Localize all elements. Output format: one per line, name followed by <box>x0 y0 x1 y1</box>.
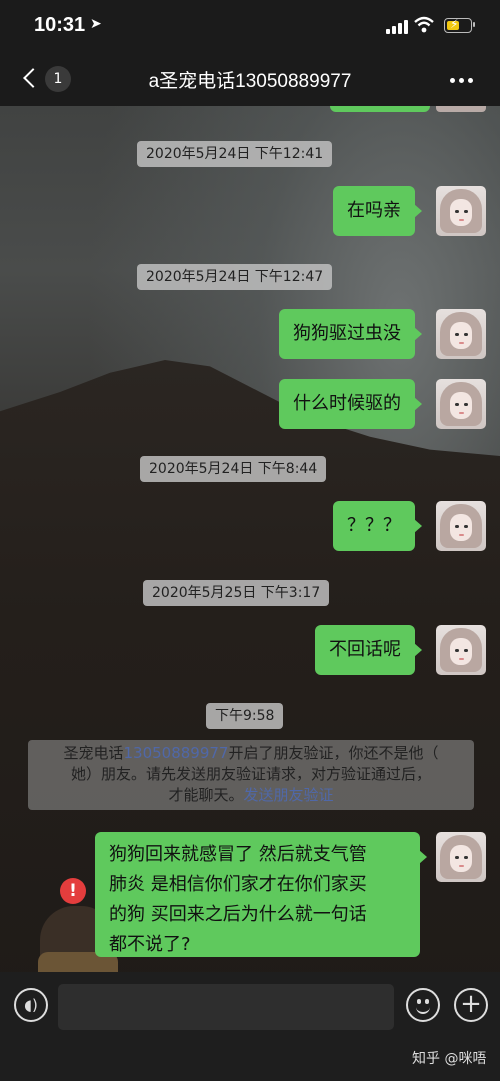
avatar[interactable] <box>436 186 486 236</box>
sent-message[interactable]: ？？？ <box>333 501 422 551</box>
avatar[interactable] <box>436 501 486 551</box>
message-line: 肺炎 是相信你们家才在你们家买 <box>109 874 367 895</box>
location-arrow-icon: ➤ <box>90 16 102 32</box>
sent-message[interactable]: 狗狗驱过虫没 <box>279 309 422 359</box>
status-time: 10:31 <box>34 14 86 36</box>
message-line: 都不说了? <box>109 934 191 955</box>
notice-contact-name: 圣宠电话 <box>63 744 124 762</box>
notice-phone-link[interactable]: 13050889977 <box>124 744 229 762</box>
failed-sent-message[interactable]: 狗狗回来就感冒了 然后就支气管 肺炎 是相信你们家才在你们家买 的狗 买回来之后… <box>95 832 427 957</box>
more-options-icon[interactable] <box>450 78 474 84</box>
status-bar: 10:31 ➤ ⚡ <box>0 0 500 54</box>
message-list[interactable]: 2020年5月24日 下午12:41 在吗亲 2020年5月24日 下午12:4… <box>0 106 500 972</box>
avatar[interactable] <box>436 309 486 359</box>
message-input[interactable] <box>58 984 394 1030</box>
wifi-icon <box>414 16 434 33</box>
timestamp: 下午9:58 <box>206 703 284 729</box>
send-verification-link[interactable]: 发送朋友验证 <box>244 786 334 804</box>
avatar[interactable] <box>436 379 486 429</box>
signal-icon <box>386 18 408 34</box>
avatar[interactable] <box>436 832 486 882</box>
input-bar: ◖) + 知乎 @咪唔 <box>0 972 500 1081</box>
timestamp: 2020年5月24日 下午12:47 <box>137 264 333 290</box>
voice-input-icon[interactable]: ◖) <box>14 988 48 1022</box>
previous-message-bubble <box>330 106 430 112</box>
sent-message[interactable]: 在吗亲 <box>333 186 422 236</box>
emoji-icon[interactable] <box>406 988 440 1022</box>
timestamp: 2020年5月24日 下午8:44 <box>140 456 327 482</box>
notice-text-line2: 她）朋友。请先发送朋友验证请求，对方验证通过后， <box>70 765 431 783</box>
back-icon[interactable] <box>23 68 43 88</box>
avatar[interactable] <box>436 625 486 675</box>
more-functions-icon[interactable]: + <box>454 988 488 1022</box>
chat-header: 1 a圣宠电话13050889977 <box>0 54 500 106</box>
send-failed-icon[interactable]: ! <box>60 878 86 904</box>
message-line: 狗狗回来就感冒了 然后就支气管 <box>109 844 367 865</box>
unread-badge[interactable]: 1 <box>45 66 71 92</box>
previous-avatar <box>436 106 486 112</box>
watermark: 知乎 @咪唔 <box>412 1051 487 1067</box>
battery-icon: ⚡ <box>444 17 472 33</box>
timestamp: 2020年5月25日 下午3:17 <box>143 580 330 606</box>
sent-message[interactable]: 什么时候驱的 <box>279 379 422 429</box>
friend-verification-notice: 圣宠电话13050889977开启了朋友验证，你还不是他（ 她）朋友。请先发送朋… <box>28 740 474 810</box>
sent-message[interactable]: 不回话呢 <box>315 625 422 675</box>
battery-cap <box>473 22 475 27</box>
notice-text-line3: 才能聊天。 <box>168 786 244 804</box>
notice-text-line1: 开启了朋友验证，你还不是他（ <box>228 744 439 762</box>
timestamp: 2020年5月24日 下午12:41 <box>137 141 333 167</box>
message-line: 的狗 买回来之后为什么就一句话 <box>109 904 367 925</box>
chat-title: a圣宠电话13050889977 <box>148 71 352 92</box>
